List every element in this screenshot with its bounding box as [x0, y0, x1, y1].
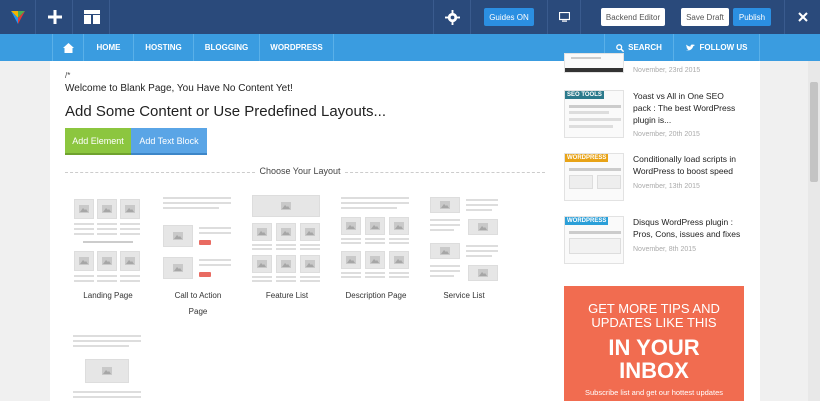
image-icon — [120, 251, 140, 271]
post-date: November, 8th 2015 — [633, 246, 697, 253]
layout-feature-list[interactable] — [252, 195, 322, 287]
post-title-line: Pros, Cons, issues and fixes — [633, 229, 741, 239]
layout-service-list[interactable] — [430, 195, 500, 287]
promo-line-4: INBOX — [619, 358, 689, 383]
layout-label-description-page: Description Page — [345, 291, 407, 300]
close-icon[interactable] — [784, 0, 820, 34]
image-icon — [365, 217, 385, 235]
image-icon — [365, 251, 385, 269]
post-title-line: Conditionally load scripts in — [633, 154, 736, 164]
layout-label-call-to-action-line2: Page — [188, 307, 208, 316]
image-icon — [341, 251, 361, 269]
nav-item-home[interactable]: HOME — [84, 34, 134, 61]
home-icon[interactable] — [52, 34, 84, 61]
post-title[interactable]: Disqus WordPress plugin : Pros, Cons, is… — [633, 216, 740, 240]
image-icon — [389, 251, 409, 269]
image-icon — [163, 225, 193, 247]
twitter-icon — [685, 43, 695, 51]
image-icon — [341, 217, 361, 235]
image-icon — [468, 219, 498, 235]
layout-label-feature-list: Feature List — [265, 291, 309, 300]
post-title-line: pack : The best WordPress — [633, 103, 736, 113]
post-tag: WORDPRESS — [565, 217, 609, 225]
post-date: November, 23rd 2015 — [633, 67, 701, 74]
search-icon — [616, 43, 625, 52]
image-icon — [252, 255, 272, 273]
post-thumbnail[interactable]: WORDPRESS — [564, 216, 624, 264]
layout-icon[interactable] — [74, 0, 110, 34]
post-title-line: WordPress to boost speed — [633, 166, 734, 176]
follow-us-label: FOLLOW US — [699, 43, 748, 52]
image-icon — [85, 359, 129, 383]
post-date: November, 13th 2015 — [633, 183, 700, 190]
follow-us-link[interactable]: FOLLOW US — [674, 34, 760, 61]
image-icon — [276, 255, 296, 273]
promo-line-1: GET MORE TIPS AND — [588, 301, 720, 316]
layout-label-service-list: Service List — [443, 291, 485, 300]
page-heading: Add Some Content or Use Predefined Layou… — [65, 103, 387, 120]
scrollbar-thumb[interactable] — [810, 82, 818, 182]
editor-content: /* Welcome to Blank Page, You Have No Co… — [50, 61, 550, 401]
promo-line-3: IN YOUR — [608, 335, 700, 360]
post-thumbnail[interactable] — [564, 53, 624, 73]
logo-icon[interactable] — [0, 0, 36, 34]
add-text-block-button[interactable]: Add Text Block — [131, 128, 207, 155]
image-icon — [74, 251, 94, 271]
welcome-text: Welcome to Blank Page, You Have No Conte… — [65, 83, 293, 94]
image-icon — [120, 199, 140, 219]
image-icon — [276, 223, 296, 241]
image-icon — [163, 257, 193, 279]
image-icon — [74, 199, 94, 219]
post-tag: SEO TOOLS — [565, 91, 604, 99]
image-icon — [252, 195, 320, 217]
image-icon — [389, 217, 409, 235]
post-title-line: plugin is... — [633, 115, 672, 125]
post-title-line: Yoast vs All in One SEO — [633, 91, 724, 101]
post-date: November, 20th 2015 — [633, 131, 700, 138]
add-icon[interactable] — [37, 0, 73, 34]
editor-toolbar: Guides ON Backend Editor Save Draft Publ… — [0, 0, 820, 34]
promo-subtext: Subscribe list and get our hottest updat… — [584, 388, 723, 397]
promo-line-2: UPDATES LIKE THIS — [591, 315, 717, 330]
layout-description-page[interactable] — [341, 195, 411, 287]
guides-toggle-button[interactable]: Guides ON — [484, 8, 534, 26]
image-icon — [97, 199, 117, 219]
save-draft-button[interactable]: Save Draft — [681, 8, 729, 26]
layout-label-call-to-action: Call to Action — [174, 291, 222, 300]
post-thumbnail[interactable]: WORDPRESS — [564, 153, 624, 201]
layout-landing-page[interactable] — [73, 197, 143, 289]
image-icon — [430, 243, 460, 259]
image-icon — [252, 223, 272, 241]
post-tag: WORDPRESS — [565, 154, 609, 162]
sidebar: November, 23rd 2015 SEO TOOLS Yoast vs A… — [558, 53, 758, 401]
layout-call-to-action[interactable] — [163, 195, 233, 287]
image-icon — [468, 265, 498, 281]
divider — [65, 172, 255, 173]
nav-item-blogging[interactable]: BLOGGING — [194, 34, 260, 61]
image-icon — [430, 197, 460, 213]
search-label: SEARCH — [628, 43, 662, 52]
post-title-line: Disqus WordPress plugin : — [633, 217, 733, 227]
nav-item-wordpress[interactable]: WORDPRESS — [260, 34, 334, 61]
divider — [345, 172, 545, 173]
nav-item-hosting[interactable]: HOSTING — [134, 34, 194, 61]
post-title[interactable]: Conditionally load scripts in WordPress … — [633, 153, 736, 177]
post-thumbnail[interactable]: SEO TOOLS — [564, 90, 624, 138]
publish-button[interactable]: Publish — [733, 8, 771, 26]
newsletter-promo[interactable]: GET MORE TIPS AND UPDATES LIKE THIS IN Y… — [564, 286, 744, 401]
choose-layout-label: Choose Your Layout — [259, 166, 341, 176]
layout-blank-template[interactable] — [73, 333, 143, 401]
comment-marker: /* — [65, 71, 71, 80]
post-title[interactable]: Yoast vs All in One SEO pack : The best … — [633, 90, 735, 126]
backend-editor-button[interactable]: Backend Editor — [601, 8, 665, 26]
page-canvas: /* Welcome to Blank Page, You Have No Co… — [50, 53, 760, 401]
layout-label-landing-page: Landing Page — [83, 291, 133, 300]
image-icon — [300, 255, 320, 273]
gear-icon[interactable] — [433, 0, 471, 34]
desktop-icon[interactable] — [547, 0, 581, 34]
site-navbar: HOME HOSTING BLOGGING WORDPRESS SEARCH F… — [0, 34, 820, 61]
add-element-button[interactable]: Add Element — [65, 128, 131, 155]
image-icon — [300, 223, 320, 241]
image-icon — [97, 251, 117, 271]
